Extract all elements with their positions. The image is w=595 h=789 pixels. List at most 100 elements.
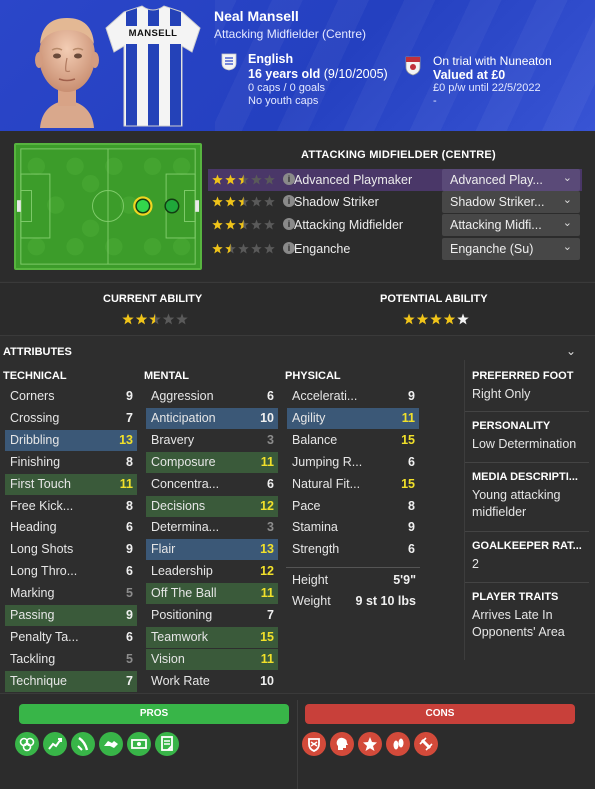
attribute-value: 8 bbox=[126, 498, 133, 513]
attribute-value: 10 bbox=[260, 410, 274, 425]
role-row[interactable]: i Advanced Playmaker Advanced Play... ⌄ bbox=[208, 169, 582, 191]
pros-cons-panel: PROS CONS bbox=[0, 693, 595, 789]
attribute-row[interactable]: Positioning 7 bbox=[146, 605, 278, 626]
cons-button[interactable]: CONS bbox=[305, 704, 575, 724]
position-pitch[interactable] bbox=[14, 143, 202, 270]
attribute-row[interactable]: Vision 11 bbox=[146, 648, 278, 670]
contract-icon[interactable] bbox=[155, 732, 179, 756]
attribute-row[interactable]: Free Kick... 8 bbox=[5, 496, 137, 517]
chevron-down-icon[interactable]: ⌄ bbox=[563, 171, 572, 184]
role-duty-value: Enganche (Su) bbox=[450, 242, 534, 256]
role-rating bbox=[212, 196, 275, 207]
player-traits-section: PLAYER TRAITS Arrives Late In Opponents'… bbox=[472, 591, 584, 641]
injury-icon[interactable] bbox=[414, 732, 438, 756]
role-duty-dropdown[interactable]: Advanced Play... ⌄ bbox=[442, 169, 580, 191]
attribute-row[interactable]: Crossing 7 bbox=[5, 408, 137, 429]
chevron-down-icon[interactable]: ⌄ bbox=[563, 240, 572, 253]
player-name[interactable]: Neal Mansell bbox=[214, 8, 299, 24]
attribute-row[interactable]: Accelerati... 9 bbox=[287, 386, 419, 407]
badge-icon[interactable] bbox=[302, 732, 326, 756]
club-status[interactable]: On trial with Nuneaton bbox=[433, 54, 552, 68]
attribute-name: Decisions bbox=[151, 498, 206, 513]
attribute-row[interactable]: Teamwork 15 bbox=[146, 626, 278, 648]
attribute-row[interactable]: Determina... 3 bbox=[146, 517, 278, 538]
info-divider bbox=[465, 411, 589, 412]
club-badge-icon[interactable] bbox=[404, 56, 422, 76]
attribute-row[interactable]: Marking 5 bbox=[5, 583, 137, 604]
attribute-row[interactable]: Flair 13 bbox=[146, 539, 278, 561]
info-divider bbox=[465, 582, 589, 583]
teamwork-icon[interactable] bbox=[15, 732, 39, 756]
attribute-value: 7 bbox=[267, 608, 274, 622]
attribute-name: Teamwork bbox=[151, 629, 208, 644]
mentality-icon[interactable] bbox=[330, 732, 354, 756]
attribute-row[interactable]: Jumping R... 6 bbox=[287, 452, 419, 473]
contract-wage: £0 p/w until 22/5/2022 bbox=[433, 82, 541, 94]
feet-icon[interactable] bbox=[386, 732, 410, 756]
attribute-row[interactable]: Anticipation 10 bbox=[146, 407, 278, 429]
attribute-row[interactable]: Technique 7 bbox=[5, 670, 137, 692]
attribute-row[interactable]: Concentra... 6 bbox=[146, 474, 278, 495]
handshake-icon[interactable] bbox=[99, 732, 123, 756]
attribute-row[interactable]: Tackling 5 bbox=[5, 649, 137, 670]
rating-star bbox=[225, 196, 236, 207]
attribute-row[interactable]: Leadership 12 bbox=[146, 561, 278, 582]
role-stars bbox=[212, 174, 275, 186]
attribute-row[interactable]: Pace 8 bbox=[287, 496, 419, 517]
role-rating bbox=[212, 243, 275, 254]
attribute-name: Positioning bbox=[151, 608, 213, 622]
attribute-row[interactable]: Bravery 3 bbox=[146, 430, 278, 451]
player-face-image bbox=[35, 18, 99, 128]
role-row[interactable]: i Shadow Striker Shadow Striker... ⌄ bbox=[208, 191, 582, 213]
height-row: Height 5'9" bbox=[292, 573, 416, 587]
attribute-row[interactable]: Finishing 8 bbox=[5, 452, 137, 473]
age-line: 16 years old (9/10/2005) bbox=[248, 67, 388, 82]
attribute-row[interactable]: Strength 6 bbox=[287, 539, 419, 560]
attribute-row[interactable]: Penalty Ta... 6 bbox=[5, 627, 137, 648]
attribute-row[interactable]: Work Rate 10 bbox=[146, 671, 278, 692]
role-duty-dropdown[interactable]: Enganche (Su) ⌄ bbox=[442, 238, 580, 260]
improvement-icon[interactable] bbox=[43, 732, 67, 756]
attribute-row[interactable]: Corners 9 bbox=[5, 386, 137, 407]
attribute-row[interactable]: Composure 11 bbox=[146, 451, 278, 473]
attribute-name: Agility bbox=[292, 410, 326, 425]
chevron-down-icon[interactable]: ⌄ bbox=[563, 193, 572, 206]
nationality[interactable]: English bbox=[248, 52, 388, 67]
chevron-down-icon[interactable]: ⌄ bbox=[566, 344, 576, 358]
attribute-row[interactable]: Off The Ball 11 bbox=[146, 583, 278, 605]
height-label: Height bbox=[292, 573, 329, 587]
attribute-row[interactable]: Aggression 6 bbox=[146, 386, 278, 407]
attribute-row[interactable]: Natural Fit... 15 bbox=[287, 474, 419, 495]
attribute-row[interactable]: Decisions 12 bbox=[146, 495, 278, 517]
role-duty-dropdown[interactable]: Attacking Midfi... ⌄ bbox=[442, 214, 580, 236]
player-traits-value[interactable]: Arrives Late In Opponents' Area bbox=[472, 607, 584, 641]
attribute-name: Dribbling bbox=[10, 432, 60, 447]
attribute-value: 7 bbox=[126, 410, 133, 425]
pros-button[interactable]: PROS bbox=[19, 704, 289, 724]
attribute-row[interactable]: Long Thro... 6 bbox=[5, 561, 137, 582]
attribute-value: 3 bbox=[267, 432, 274, 447]
chevron-down-icon[interactable]: ⌄ bbox=[563, 216, 572, 229]
attribute-value: 9 bbox=[126, 608, 133, 622]
attribute-row[interactable]: Agility 11 bbox=[287, 407, 419, 429]
attribute-value: 11 bbox=[260, 586, 274, 601]
attribute-row[interactable]: Dribbling 13 bbox=[5, 429, 137, 451]
attribute-name: Bravery bbox=[151, 432, 195, 447]
attribute-row[interactable]: Heading 6 bbox=[5, 517, 137, 538]
attribute-row[interactable]: First Touch 11 bbox=[5, 473, 137, 495]
attribute-row[interactable]: Long Shots 9 bbox=[5, 539, 137, 560]
dribble-icon[interactable] bbox=[71, 732, 95, 756]
attribute-value: 12 bbox=[260, 564, 274, 579]
role-duty-dropdown[interactable]: Shadow Striker... ⌄ bbox=[442, 191, 580, 213]
rating-star bbox=[212, 174, 223, 185]
attribute-row[interactable]: Passing 9 bbox=[5, 605, 137, 626]
attribute-row[interactable]: Stamina 9 bbox=[287, 517, 419, 538]
money-icon[interactable] bbox=[127, 732, 151, 756]
role-row[interactable]: i Attacking Midfielder Attacking Midfi... ⌄ bbox=[208, 214, 582, 236]
player-value: Valued at £0 bbox=[433, 68, 506, 82]
star-icon[interactable] bbox=[358, 732, 382, 756]
rating-star bbox=[251, 219, 262, 230]
attribute-value: 11 bbox=[260, 651, 274, 666]
attribute-row[interactable]: Balance 15 bbox=[287, 430, 419, 451]
role-row[interactable]: i Enganche Enganche (Su) ⌄ bbox=[208, 238, 582, 260]
